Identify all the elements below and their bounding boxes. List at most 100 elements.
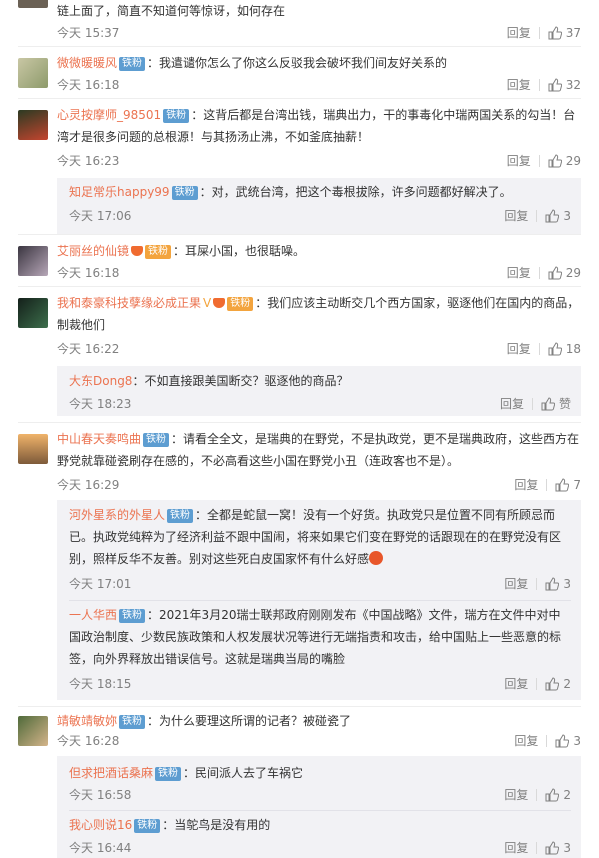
fan-badge[interactable]: 铁粉 <box>155 767 182 781</box>
reply-meta: 今天 17:01 回复 3 <box>69 574 571 594</box>
username-link[interactable]: 我和泰豪科技孽缘必成正果 <box>57 296 201 310</box>
reply-button[interactable]: 回复 <box>507 75 531 95</box>
reply-button[interactable]: 回复 <box>507 339 531 359</box>
fan-badge[interactable]: 铁粉 <box>119 609 146 623</box>
avatar[interactable] <box>18 110 48 140</box>
username-link[interactable]: 中山春天奏鸣曲 <box>57 432 141 446</box>
avatar[interactable] <box>18 246 48 276</box>
thumb-up-icon <box>545 841 560 855</box>
avatar[interactable] <box>18 298 48 328</box>
fan-badge[interactable]: 铁粉 <box>171 186 198 200</box>
like-button[interactable]: 7 <box>555 475 581 495</box>
like-count: 3 <box>563 209 571 223</box>
username-link[interactable]: 一人华西 <box>69 608 117 622</box>
reply-button[interactable]: 回复 <box>514 731 538 751</box>
comment-meta: 今天 16:18 回复 29 <box>57 263 581 283</box>
reply-meta: 今天 16:58 回复 2 <box>69 785 571 805</box>
avatar[interactable] <box>18 716 48 746</box>
reply-button[interactable]: 回复 <box>507 151 531 171</box>
comment-text: ：耳屎小国，也很聒噪。 <box>173 244 306 258</box>
comment-content: 心灵按摩师_98501 铁粉 ：这背后都是台湾出钱，瑞典出力，干的事毒化中瑞两国关系… <box>57 104 581 148</box>
like-button[interactable]: 32 <box>548 75 581 95</box>
reply-box: 但求把酒话桑麻 铁粉 ：民间派人去了车祸它 今天 16:58 回复 2 我心则说16… <box>57 756 581 858</box>
divider <box>18 286 581 287</box>
like-button[interactable]: 18 <box>548 339 581 359</box>
like-count: 29 <box>565 266 581 280</box>
fan-badge[interactable]: 铁粉 <box>143 433 170 447</box>
reply-time: 今天 16:58 <box>69 788 132 802</box>
reply-divider <box>69 600 571 601</box>
reply-time: 今天 18:15 <box>69 677 132 691</box>
fan-badge[interactable]: 铁粉 <box>145 245 172 259</box>
like-button[interactable]: 2 <box>545 674 571 694</box>
comment-text: ：为什么要理这所谓的记者？被碰瓷了 <box>147 714 352 728</box>
username-link[interactable]: 河外星系的外星人 <box>69 508 165 522</box>
fan-badge[interactable]: 铁粉 <box>119 57 146 71</box>
fan-badge[interactable]: 铁粉 <box>119 715 146 729</box>
comment-meta: 今天 16:29 回复 7 <box>57 475 581 495</box>
thumb-up-icon <box>548 266 562 280</box>
username-link[interactable]: 知足常乐happy99 <box>69 185 170 199</box>
fan-badge[interactable]: 铁粉 <box>227 297 254 311</box>
username-link[interactable]: 心灵按摩师_98501 <box>57 108 161 122</box>
reply-time: 今天 17:06 <box>69 209 132 223</box>
thumb-up-icon <box>548 78 562 92</box>
reply-time: 今天 16:44 <box>69 841 132 855</box>
reply-button[interactable]: 回复 <box>504 206 528 226</box>
reply-text: ：当鸵鸟是没有用的 <box>162 818 271 832</box>
fan-badge[interactable]: 铁粉 <box>134 819 161 833</box>
angry-emoji-icon <box>369 551 384 565</box>
username-link[interactable]: 我心则说16 <box>69 818 132 832</box>
comment-content: 艾丽丝的仙镜 铁粉 ：耳屎小国，也很聒噪。 <box>57 240 581 262</box>
like-button[interactable]: 3 <box>545 206 571 226</box>
thumb-up-icon <box>548 154 562 168</box>
like-button[interactable]: 3 <box>545 574 571 594</box>
like-button[interactable]: 29 <box>548 151 581 171</box>
comment-text: 链上面了，简直不知道何等惊讶，如何存在 <box>57 4 286 18</box>
username-link[interactable]: 艾丽丝的仙镜 <box>57 244 129 258</box>
like-count: 3 <box>563 841 571 855</box>
comment-content: 微微暖暖风 铁粉 ：我遣谴你怎么了你这么反驳我会破坏我们间友好关系的 <box>57 52 581 74</box>
thumb-up-icon <box>555 734 570 748</box>
comment-time: 今天 16:18 <box>57 266 120 280</box>
comment-meta: 今天 15:37 回复 37 <box>57 23 581 43</box>
reply-content: 知足常乐happy99 铁粉 ：对，武统台湾，把这个毒根拔除，许多问题都好解决了。 <box>69 181 571 203</box>
thumb-up-icon <box>545 577 560 591</box>
reply-button[interactable]: 回复 <box>504 574 528 594</box>
reply-button[interactable]: 回复 <box>504 674 528 694</box>
thumb-up-icon <box>548 342 562 356</box>
thumb-up-icon <box>555 478 570 492</box>
like-button[interactable]: 3 <box>555 731 581 751</box>
fan-badge[interactable]: 铁粉 <box>163 109 190 123</box>
like-count: 3 <box>563 577 571 591</box>
like-count: 赞 <box>558 397 571 411</box>
avatar[interactable] <box>18 58 48 88</box>
vip-icon: V <box>203 296 212 310</box>
username-link[interactable]: 靖敏靖敏妳 <box>57 714 117 728</box>
reply-button[interactable]: 回复 <box>507 23 531 43</box>
username-link[interactable]: 微微暖暖风 <box>57 56 117 70</box>
avatar[interactable] <box>18 434 48 464</box>
thumb-up-icon <box>545 209 560 223</box>
avatar[interactable] <box>18 0 48 8</box>
divider <box>18 422 581 423</box>
username-link[interactable]: 大东Dong8 <box>69 374 132 388</box>
like-button[interactable]: 3 <box>545 838 571 858</box>
comment-time: 今天 16:22 <box>57 342 120 356</box>
like-button[interactable]: 29 <box>548 263 581 283</box>
reply-button[interactable]: 回复 <box>504 785 528 805</box>
thumb-up-icon <box>548 26 562 40</box>
like-button[interactable]: 37 <box>548 23 581 43</box>
comment-meta: 今天 16:28 回复 3 <box>57 731 581 751</box>
like-button[interactable]: 2 <box>545 785 571 805</box>
like-button[interactable]: 赞 <box>541 394 571 414</box>
reply-text: ：不如直接跟美国断交？驱逐他的商品？ <box>132 374 349 388</box>
reply-button[interactable]: 回复 <box>514 475 538 495</box>
fan-badge[interactable]: 铁粉 <box>167 509 194 523</box>
divider <box>18 706 581 707</box>
reply-content: 大东Dong8：不如直接跟美国断交？驱逐他的商品？ <box>69 370 571 392</box>
reply-button[interactable]: 回复 <box>500 394 524 414</box>
reply-button[interactable]: 回复 <box>504 838 528 858</box>
username-link[interactable]: 但求把酒话桑麻 <box>69 766 153 780</box>
reply-button[interactable]: 回复 <box>507 263 531 283</box>
